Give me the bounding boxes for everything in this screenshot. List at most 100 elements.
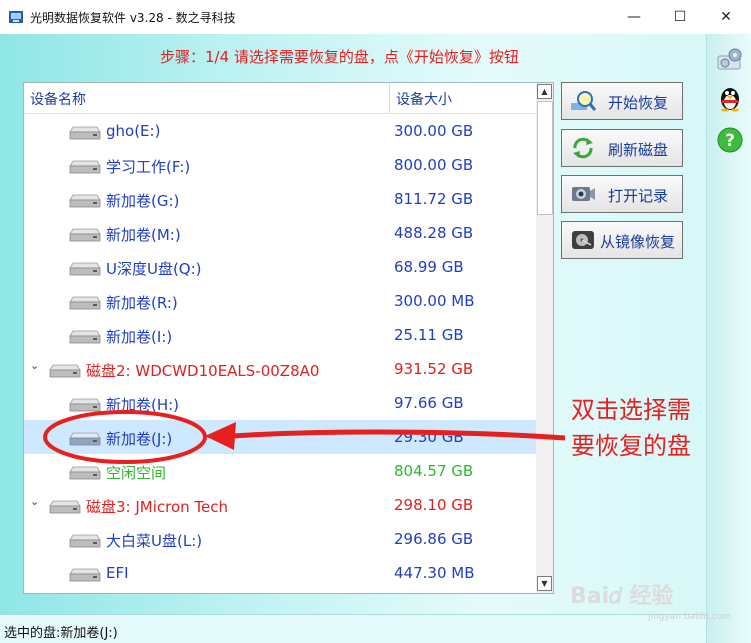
expand-chevron-icon[interactable]: ⌄ [30,359,46,375]
app-logo-icon [9,11,23,23]
device-list-header: 设备名称 设备大小 [24,83,537,114]
scroll-thumb[interactable] [537,101,553,215]
title-bar[interactable]: 光明数据恢复软件 v3.28 - 数之寻科技 — ☐ ✕ [0,0,751,34]
volume-row[interactable]: U深度U盘(Q:) 68.99 GB [24,250,537,284]
device-size: 447.30 MB [394,564,475,582]
drive-icon [49,364,81,378]
hard-disk-icon [572,231,594,249]
svg-text:?: ? [725,131,735,151]
camera-record-icon [572,187,595,201]
volume-row[interactable]: 新加卷(M:) 488.28 GB [24,216,537,250]
side-toolbar: ? [706,34,751,643]
drive-icon [69,466,101,480]
refresh-icon [573,137,593,159]
scroll-down-button[interactable]: ▼ [537,576,552,591]
device-list-scrollbar[interactable]: ▲ ▼ [536,82,554,594]
device-name: 新加卷(J:) [106,430,173,448]
annotation-line-2: 要恢复的盘 [571,432,691,460]
open-record-button[interactable]: 打开记录 [561,175,683,213]
start-recovery-label: 开始恢复 [608,94,669,112]
volume-row[interactable]: 新加卷(J:) 29.30 GB [24,420,537,454]
device-size: 300.00 MB [394,292,475,310]
device-list[interactable]: 设备名称 设备大小 gho(E:) 300.00 GB 学习工作(F:) 800.00… [23,82,538,594]
qq-penguin-icon[interactable] [716,84,744,112]
device-name: gho(E:) [106,122,161,140]
restore-from-image-label: 从镜像恢复 [600,233,676,251]
device-size: 296.86 GB [394,530,474,548]
device-name: 大白菜U盘(L:) [106,532,203,550]
watermark-url: jingyan.baidu.com [648,612,732,622]
drive-icon [69,160,101,174]
annotation-line-1: 双击选择需 [571,396,691,424]
minimize-button[interactable]: — [611,0,657,34]
device-size: 800.00 GB [394,156,474,174]
disk-row[interactable]: ⌄ 磁盘3: JMicron Tech 298.10 GB [24,488,537,522]
device-name: 学习工作(F:) [106,158,191,176]
device-name: 新加卷(R:) [106,294,178,312]
volume-row[interactable]: gho(E:) 300.00 GB [24,114,537,148]
volume-row[interactable]: 学习工作(F:) 800.00 GB [24,148,537,182]
drive-icon [69,432,101,446]
device-name: 空闲空间 [106,464,167,482]
step-instruction: 步骤：1/4 请选择需要恢复的盘，点《开始恢复》按钮 [160,48,519,66]
settings-icon[interactable] [716,46,744,74]
drive-icon [69,330,101,344]
device-name: 新加卷(I:) [106,328,173,346]
app-window: 光明数据恢复软件 v3.28 - 数之寻科技 — ☐ ✕ 步骤：1/4 请选择需… [0,0,751,643]
expand-chevron-icon[interactable]: ⌄ [30,495,46,511]
device-size: 488.28 GB [394,224,474,242]
main-client-area: 步骤：1/4 请选择需要恢复的盘，点《开始恢复》按钮 设备名称 设备大小 gho… [0,34,751,643]
volume-row[interactable]: 新加卷(I:) 25.11 GB [24,318,537,352]
drive-icon [69,568,101,582]
device-size: 300.00 GB [394,122,474,140]
selected-disk-status: 选中的盘:新加卷(J:) [4,626,118,641]
column-divider[interactable] [389,83,390,113]
refresh-disk-label: 刷新磁盘 [608,141,669,159]
device-size: 804.57 GB [394,462,474,480]
volume-row[interactable]: 新加卷(H:) 97.66 GB [24,386,537,420]
drive-icon [49,500,81,514]
maximize-button[interactable]: ☐ [657,0,703,34]
annotation-text: 双击选择需 要恢复的盘 [571,392,731,464]
close-button[interactable]: ✕ [703,0,749,34]
volume-row[interactable]: 新加卷(R:) 300.00 MB [24,284,537,318]
device-name: 新加卷(M:) [106,226,181,244]
column-header-name[interactable]: 设备名称 [30,89,86,109]
device-name: 新加卷(G:) [106,192,180,210]
restore-from-image-button[interactable]: 从镜像恢复 [561,221,683,259]
device-size: 298.10 GB [394,496,474,514]
device-size: 29.30 GB [394,428,464,446]
volume-row[interactable]: 新加卷(G:) 811.72 GB [24,182,537,216]
volume-row[interactable]: 空闲空间 804.57 GB [24,454,537,488]
device-size: 25.11 GB [394,326,464,344]
drive-icon [69,194,101,208]
device-size: 68.99 GB [394,258,464,276]
column-header-size[interactable]: 设备大小 [396,89,452,109]
drive-icon [69,534,101,548]
volume-row[interactable]: EFI 447.30 MB [24,556,537,590]
start-recovery-button[interactable]: 开始恢复 [561,82,683,120]
drive-icon [69,262,101,276]
help-icon[interactable]: ? [716,126,744,154]
scroll-up-button[interactable]: ▲ [537,84,552,99]
device-size: 97.66 GB [394,394,464,412]
drive-icon [69,398,101,412]
disk-row[interactable]: ⌄ 磁盘2: WDCWD10EALS-00Z8A0 931.52 GB [24,352,537,386]
drive-icon [69,228,101,242]
magnifier-icon [571,91,596,111]
device-name: EFI [106,564,129,582]
refresh-disk-button[interactable]: 刷新磁盘 [561,129,683,167]
status-bar: 选中的盘:新加卷(J:) [0,614,751,643]
volume-row[interactable]: 大白菜U盘(L:) 296.86 GB [24,522,537,556]
device-size: 931.52 GB [394,360,474,378]
device-name: 磁盘2: WDCWD10EALS-00Z8A0 [86,362,320,380]
window-title: 光明数据恢复软件 v3.28 - 数之寻科技 [30,11,236,25]
open-record-label: 打开记录 [608,187,669,205]
drive-icon [69,296,101,310]
device-name: U深度U盘(Q:) [106,260,202,278]
watermark-logo: Bai𝑑 经验 [570,584,674,609]
device-name: 新加卷(H:) [106,396,180,414]
device-name: 磁盘3: JMicron Tech [86,498,229,516]
drive-icon [69,126,101,140]
device-size: 811.72 GB [394,190,474,208]
